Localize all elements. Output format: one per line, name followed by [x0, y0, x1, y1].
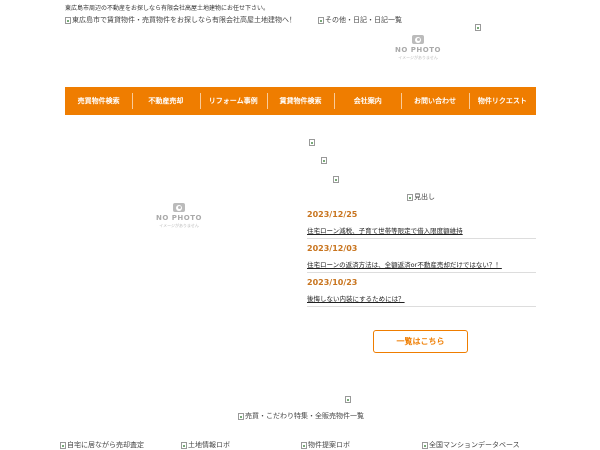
news-item: 2023/12/03 住宅ローンの返済方法は、全額返済or不動産売却だけではない… — [307, 244, 536, 269]
broken-image-icon — [345, 396, 352, 403]
nav-item-request[interactable]: 物件リクエスト — [468, 87, 536, 115]
bottom-link-label: 全国マンションデータベース — [429, 441, 520, 449]
news-divider — [307, 306, 536, 307]
broken-image-icon — [318, 16, 324, 24]
broken-image-icon — [181, 441, 187, 449]
broken-image-icon — [321, 157, 328, 164]
news-heading-alt: 見出し — [414, 193, 435, 201]
bottom-link-assessment[interactable]: 自宅に居ながら売却査定 — [60, 440, 144, 450]
no-photo-image: NO PHOTO イメージがありません — [155, 196, 203, 236]
news-divider — [307, 238, 536, 239]
news-more-button[interactable]: 一覧はこちら — [373, 330, 468, 353]
bottom-link-mansion-db[interactable]: 全国マンションデータベース — [422, 440, 520, 450]
bottom-link-label: 自宅に居ながら売却査定 — [67, 441, 144, 449]
bottom-link-label: 物件提案ロボ — [308, 441, 350, 449]
no-photo-image: NO PHOTO イメージがありません — [395, 29, 441, 67]
news-item: 2023/12/25 住宅ローン減税、子育て世帯等限定で借入限度額維持 — [307, 210, 536, 235]
no-photo-subtitle: イメージがありません — [398, 55, 438, 60]
news-item: 2023/10/23 後悔しない内装にするためには？ — [307, 278, 536, 303]
broken-image-icon — [333, 176, 340, 183]
blog-list-alt: その他・日記・日記一覧 — [325, 16, 402, 24]
site-logo-alt: 東広島市で賃貸物件・売買物件をお探しなら有限会社高屋土地建物へ！ — [72, 16, 296, 24]
feature-list-link[interactable]: 売買・こだわり特集・全販売物件一覧 — [238, 411, 364, 421]
camera-icon — [412, 35, 424, 44]
news-divider — [307, 272, 536, 273]
news-date: 2023/12/25 — [307, 210, 358, 219]
nav-item-sale-search[interactable]: 売買物件検索 — [65, 87, 132, 115]
global-nav: 売買物件検索 不動産売却 リフォーム事例 賃貸物件検索 会社案内 お問い合わせ … — [65, 87, 536, 115]
no-photo-subtitle: イメージがありません — [159, 223, 199, 228]
broken-image-icon — [301, 441, 307, 449]
camera-icon — [173, 203, 185, 212]
news-title-link[interactable]: 住宅ローンの返済方法は、全額返済or不動産売却だけではない？！ — [307, 259, 536, 269]
broken-image-icon — [65, 16, 71, 24]
broken-image-icon — [238, 412, 244, 420]
nav-item-company[interactable]: 会社案内 — [334, 87, 401, 115]
feature-list-alt: 売買・こだわり特集・全販売物件一覧 — [245, 412, 364, 420]
nav-item-contact[interactable]: お問い合わせ — [401, 87, 468, 115]
bottom-link-property-robot[interactable]: 物件提案ロボ — [301, 440, 350, 450]
news-date: 2023/10/23 — [307, 278, 358, 287]
news-title-link[interactable]: 後悔しない内装にするためには？ — [307, 293, 536, 303]
broken-image-icon — [309, 139, 316, 146]
news-date: 2023/12/03 — [307, 244, 358, 253]
nav-item-rental-search[interactable]: 賃貸物件検索 — [266, 87, 334, 115]
no-photo-title: NO PHOTO — [156, 214, 202, 222]
site-logo-link[interactable]: 東広島市で賃貸物件・売買物件をお探しなら有限会社高屋土地建物へ！ — [65, 15, 296, 25]
bottom-link-label: 土地情報ロボ — [188, 441, 230, 449]
site-tagline: 東広島市周辺の不動産をお探しなら有限会社高屋土地建物にお任せ下さい。 — [65, 5, 270, 12]
nav-item-reform-cases[interactable]: リフォーム事例 — [199, 87, 267, 115]
news-title-link[interactable]: 住宅ローン減税、子育て世帯等限定で借入限度額維持 — [307, 225, 536, 235]
news-heading: 見出し — [407, 192, 435, 202]
blog-list-link[interactable]: その他・日記・日記一覧 — [318, 15, 402, 25]
broken-image-icon — [60, 441, 66, 449]
bottom-link-land-robot[interactable]: 土地情報ロボ — [181, 440, 230, 450]
broken-image-icon — [422, 441, 428, 449]
broken-image-icon — [475, 24, 481, 31]
no-photo-title: NO PHOTO — [395, 46, 441, 54]
broken-image-icon — [407, 193, 413, 201]
nav-item-real-estate-sale[interactable]: 不動産売却 — [132, 87, 199, 115]
